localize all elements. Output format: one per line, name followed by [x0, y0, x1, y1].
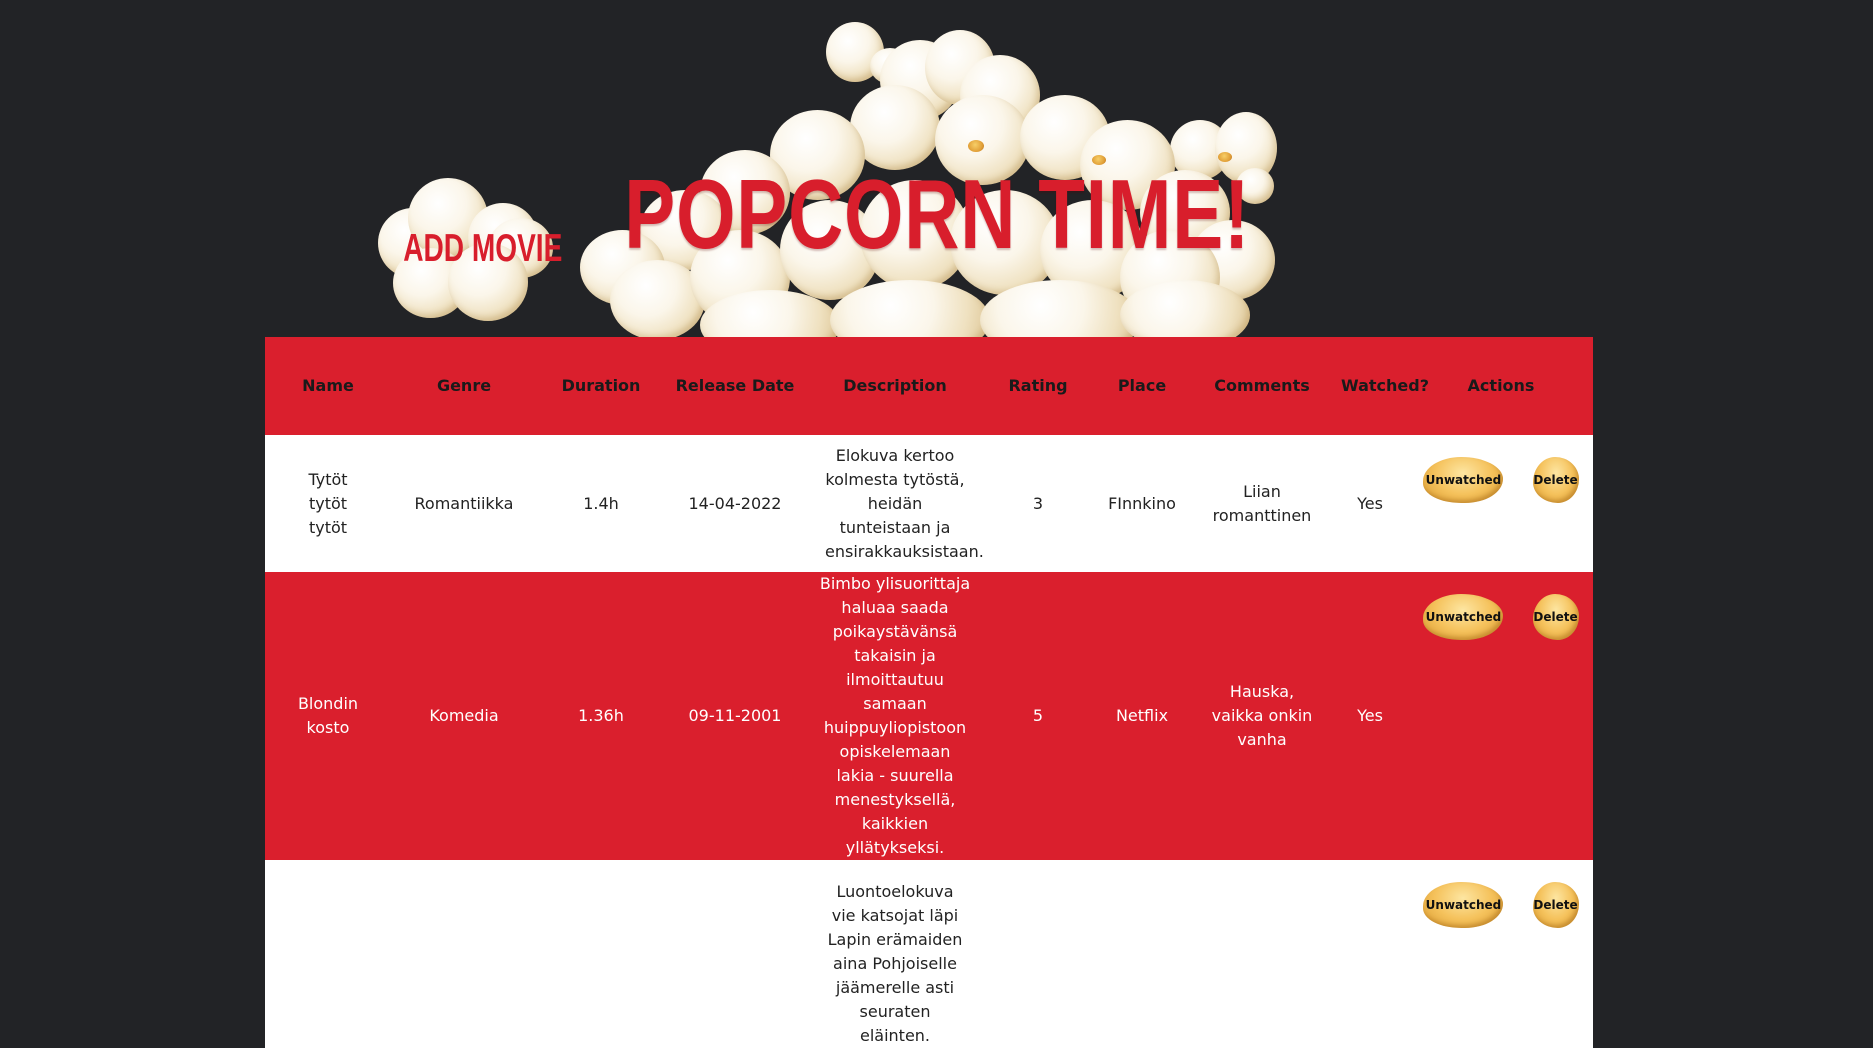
cell-name: Tytöt tytöt tytöt	[265, 435, 391, 572]
cell-release-date: 14-04-2022	[665, 435, 805, 572]
cell-actions: Unwatched Delete	[1409, 435, 1593, 572]
unwatched-button[interactable]: Unwatched	[1423, 882, 1504, 928]
delete-button[interactable]: Delete	[1532, 594, 1579, 640]
column-header-watched: Watched?	[1331, 337, 1429, 435]
cell-release-date	[665, 860, 805, 1048]
column-header-name: Name	[265, 337, 391, 435]
column-header-rating: Rating	[985, 337, 1091, 435]
column-header-actions: Actions	[1409, 337, 1593, 435]
cell-duration	[537, 860, 665, 1048]
cell-actions: Unwatched Delete	[1409, 572, 1593, 860]
cell-duration: 1.36h	[537, 572, 665, 860]
unwatched-button[interactable]: Unwatched	[1423, 594, 1504, 640]
cell-comments	[1193, 860, 1331, 1048]
unwatched-button[interactable]: Unwatched	[1423, 457, 1504, 503]
table-row: Luontoelokuva vie katsojat läpi Lapin er…	[265, 860, 1593, 1048]
add-movie-label: ADD MOVIE	[403, 227, 563, 270]
cell-comments: Hauska, vaikka onkin vanha	[1193, 572, 1331, 860]
cell-genre	[391, 860, 537, 1048]
cell-rating	[985, 860, 1091, 1048]
cell-comments: Liian romanttinen	[1193, 435, 1331, 572]
column-header-comments: Comments	[1193, 337, 1331, 435]
cell-rating: 5	[985, 572, 1091, 860]
cell-place: Netflix	[1091, 572, 1193, 860]
cell-description: Bimbo ylisuorittaja haluaa saada poikays…	[805, 572, 985, 860]
popcorn-header: POPCORN TIME!	[0, 0, 1873, 360]
column-header-description: Description	[805, 337, 985, 435]
delete-button[interactable]: Delete	[1532, 882, 1579, 928]
cell-release-date: 09-11-2001	[665, 572, 805, 860]
cell-description: Luontoelokuva vie katsojat läpi Lapin er…	[805, 860, 985, 1048]
delete-button[interactable]: Delete	[1532, 457, 1579, 503]
cell-watched: Yes	[1331, 572, 1409, 860]
cell-name: Blondin kosto	[265, 572, 391, 860]
column-header-duration: Duration	[537, 337, 665, 435]
table-header-row: Name Genre Duration Release Date Descrip…	[265, 337, 1593, 435]
cell-genre: Komedia	[391, 572, 537, 860]
table-row: Blondin kosto Komedia 1.36h 09-11-2001 B…	[265, 572, 1593, 860]
cell-name	[265, 860, 391, 1048]
cell-genre: Romantiikka	[391, 435, 537, 572]
cell-description: Elokuva kertoo kolmesta tytöstä, heidän …	[805, 435, 985, 572]
cell-actions: Unwatched Delete	[1409, 860, 1593, 1048]
movies-table: Name Genre Duration Release Date Descrip…	[265, 337, 1593, 1048]
column-header-genre: Genre	[391, 337, 537, 435]
cell-place: FInnkino	[1091, 435, 1193, 572]
cell-duration: 1.4h	[537, 435, 665, 572]
column-header-release-date: Release Date	[665, 337, 805, 435]
cell-watched: Yes	[1331, 435, 1409, 572]
cell-rating: 3	[985, 435, 1091, 572]
cell-watched	[1331, 860, 1409, 1048]
column-header-place: Place	[1091, 337, 1193, 435]
add-movie-button[interactable]: ADD MOVIE	[378, 178, 563, 323]
table-row: Tytöt tytöt tytöt Romantiikka 1.4h 14-04…	[265, 435, 1593, 572]
cell-place	[1091, 860, 1193, 1048]
